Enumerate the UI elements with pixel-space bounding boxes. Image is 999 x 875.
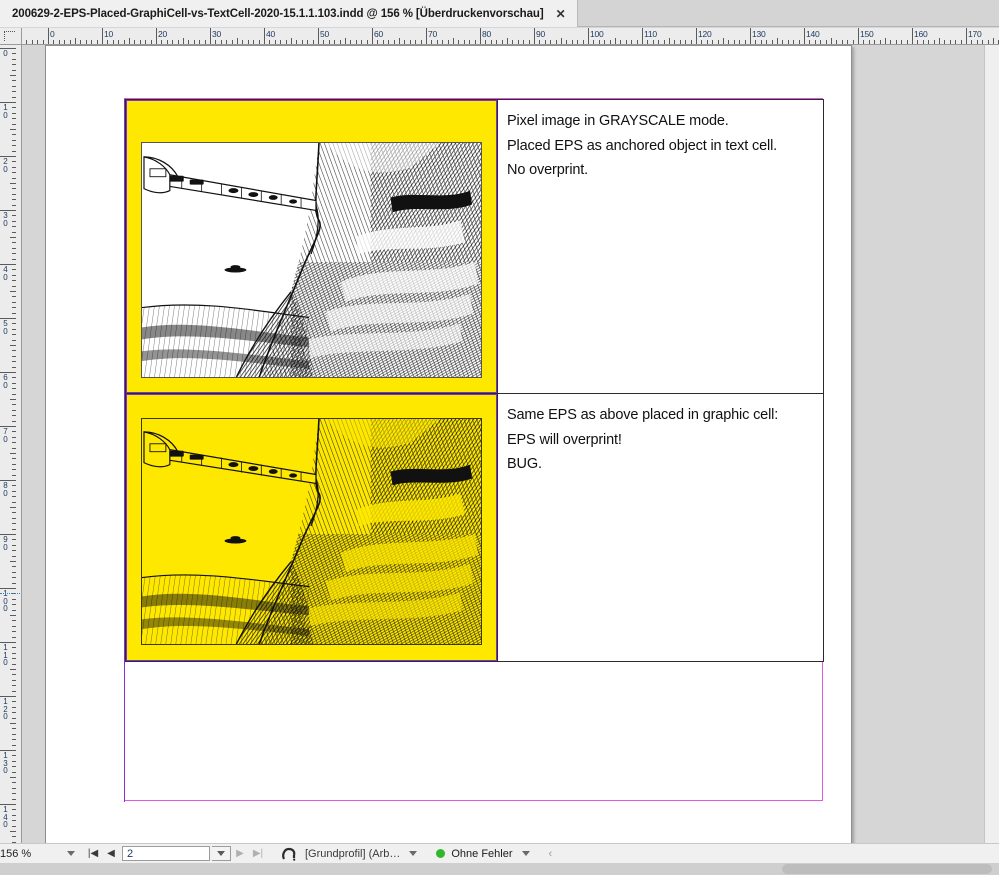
ruler-label: 30 — [212, 29, 222, 39]
ruler-label: 120 — [698, 29, 712, 39]
horizontal-ruler[interactable]: 0 10 20 30 40 50 60 70 80 90 100 110 120 130 140 150 160… — [22, 28, 999, 45]
table-row[interactable]: Pixel image in GRAYSCALE mode. Placed EP… — [126, 100, 823, 393]
ruler-label: 20 — [3, 157, 8, 174]
ruler-label: 60 — [3, 373, 8, 390]
ruler-label: 130 — [752, 29, 766, 39]
text-cell-grayscale[interactable]: Pixel image in GRAYSCALE mode. Placed EP… — [498, 100, 823, 393]
canyon-illustration-overprint-icon — [142, 419, 481, 644]
ruler-label: 110 — [3, 643, 8, 667]
page-dropdown-chevron-down-icon[interactable] — [212, 846, 231, 861]
ruler-label: 150 — [860, 29, 874, 39]
ruler-label: 50 — [3, 319, 8, 336]
text-line: Same EPS as above placed in graphic cell… — [507, 407, 779, 423]
ruler-label: 60 — [374, 29, 384, 39]
text-line: No overprint. — [507, 162, 589, 178]
previous-page-button[interactable]: ◀ — [102, 848, 120, 859]
document-tab-title: 200629-2-EPS-Placed-GraphiCell-vs-TextCe… — [12, 7, 544, 20]
first-page-button[interactable]: |◀ — [84, 848, 102, 859]
text-line: Pixel image in GRAYSCALE mode. — [507, 113, 729, 129]
document-canvas[interactable]: Pixel image in GRAYSCALE mode. Placed EP… — [22, 45, 984, 855]
status-bar: 156 % |◀ ◀ 2 ▶ ▶| [Grundprofil] (Arb… Oh… — [0, 843, 999, 863]
text-cell-overprint[interactable]: Same EPS as above placed in graphic cell… — [498, 394, 823, 661]
ruler-label: 40 — [266, 29, 276, 39]
horizontal-scrollbar[interactable] — [0, 863, 999, 875]
graphic-cell-overprint[interactable] — [126, 394, 498, 661]
ruler-label: 80 — [3, 481, 8, 498]
ruler-label: 40 — [3, 265, 8, 282]
status-overflow-icon[interactable]: ‹ — [549, 848, 553, 860]
document-page: Pixel image in GRAYSCALE mode. Placed EP… — [45, 45, 852, 845]
last-page-button[interactable]: ▶| — [249, 848, 267, 859]
ruler-label: 10 — [104, 29, 114, 39]
chevron-down-icon — [217, 851, 225, 856]
text-frame[interactable]: Pixel image in GRAYSCALE mode. Placed EP… — [124, 98, 824, 802]
ruler-label: 70 — [428, 29, 438, 39]
ruler-label: 90 — [3, 535, 8, 552]
ruler-label: 140 — [3, 805, 8, 829]
ruler-label: 120 — [3, 697, 8, 721]
tab-bar: 200629-2-EPS-Placed-GraphiCell-vs-TextCe… — [0, 0, 999, 27]
status-badge — [436, 849, 446, 858]
ruler-label: 80 — [482, 29, 492, 39]
canyon-illustration-icon — [142, 143, 481, 377]
ruler-label: 170 — [968, 29, 982, 39]
preflight-profile-chevron-down-icon[interactable] — [409, 851, 418, 856]
text-line: Placed EPS as anchored object in text ce… — [507, 137, 778, 154]
next-page-button[interactable]: ▶ — [231, 848, 249, 859]
document-table[interactable]: Pixel image in GRAYSCALE mode. Placed EP… — [125, 99, 824, 662]
text-line: EPS will overprint! — [507, 431, 622, 448]
horizontal-scrollbar-thumb[interactable] — [782, 864, 992, 874]
ruler-label: 50 — [320, 29, 330, 39]
error-status-chevron-down-icon[interactable] — [521, 851, 530, 856]
ruler-label: 110 — [644, 29, 657, 39]
close-icon[interactable]: ✕ — [556, 8, 566, 20]
preflight-profile-label[interactable]: [Grundprofil] (Arb… — [305, 848, 400, 860]
vertical-ruler[interactable]: 0102030405060708090100110120130140 — [0, 45, 22, 855]
zoom-dropdown-chevron-down-icon[interactable] — [67, 851, 75, 856]
ruler-label: 140 — [806, 29, 820, 39]
page-number-input[interactable]: 2 — [122, 846, 210, 861]
ruler-label: 130 — [3, 751, 8, 775]
text-line: BUG. — [507, 456, 542, 472]
placed-eps-image-grayscale[interactable] — [141, 142, 482, 378]
ruler-label: 10 — [3, 103, 8, 120]
ruler-label: 0 — [50, 29, 55, 39]
ruler-label: 90 — [536, 29, 546, 39]
table-row[interactable]: Same EPS as above placed in graphic cell… — [126, 393, 823, 661]
ruler-origin-control[interactable] — [0, 28, 22, 45]
error-status-label: Ohne Fehler — [451, 847, 513, 860]
placed-eps-image-overprint[interactable] — [141, 418, 482, 645]
preflight-icon[interactable] — [281, 844, 297, 864]
document-tab[interactable]: 200629-2-EPS-Placed-GraphiCell-vs-TextCe… — [0, 0, 578, 27]
ruler-label: 70 — [3, 427, 8, 444]
ruler-label: 160 — [914, 29, 928, 39]
zoom-level-value[interactable]: 156 % — [0, 844, 58, 864]
ruler-label: 0 — [3, 49, 8, 58]
ruler-origin-icon — [4, 31, 15, 41]
ruler-guide-marker — [0, 593, 21, 595]
ruler-label: 30 — [3, 211, 8, 228]
vertical-scrollbar[interactable] — [984, 45, 999, 855]
ruler-label: 20 — [158, 29, 168, 39]
ruler-label: 100 — [590, 29, 604, 39]
graphic-cell-grayscale[interactable] — [126, 100, 498, 393]
preflight-glyph — [282, 847, 296, 861]
